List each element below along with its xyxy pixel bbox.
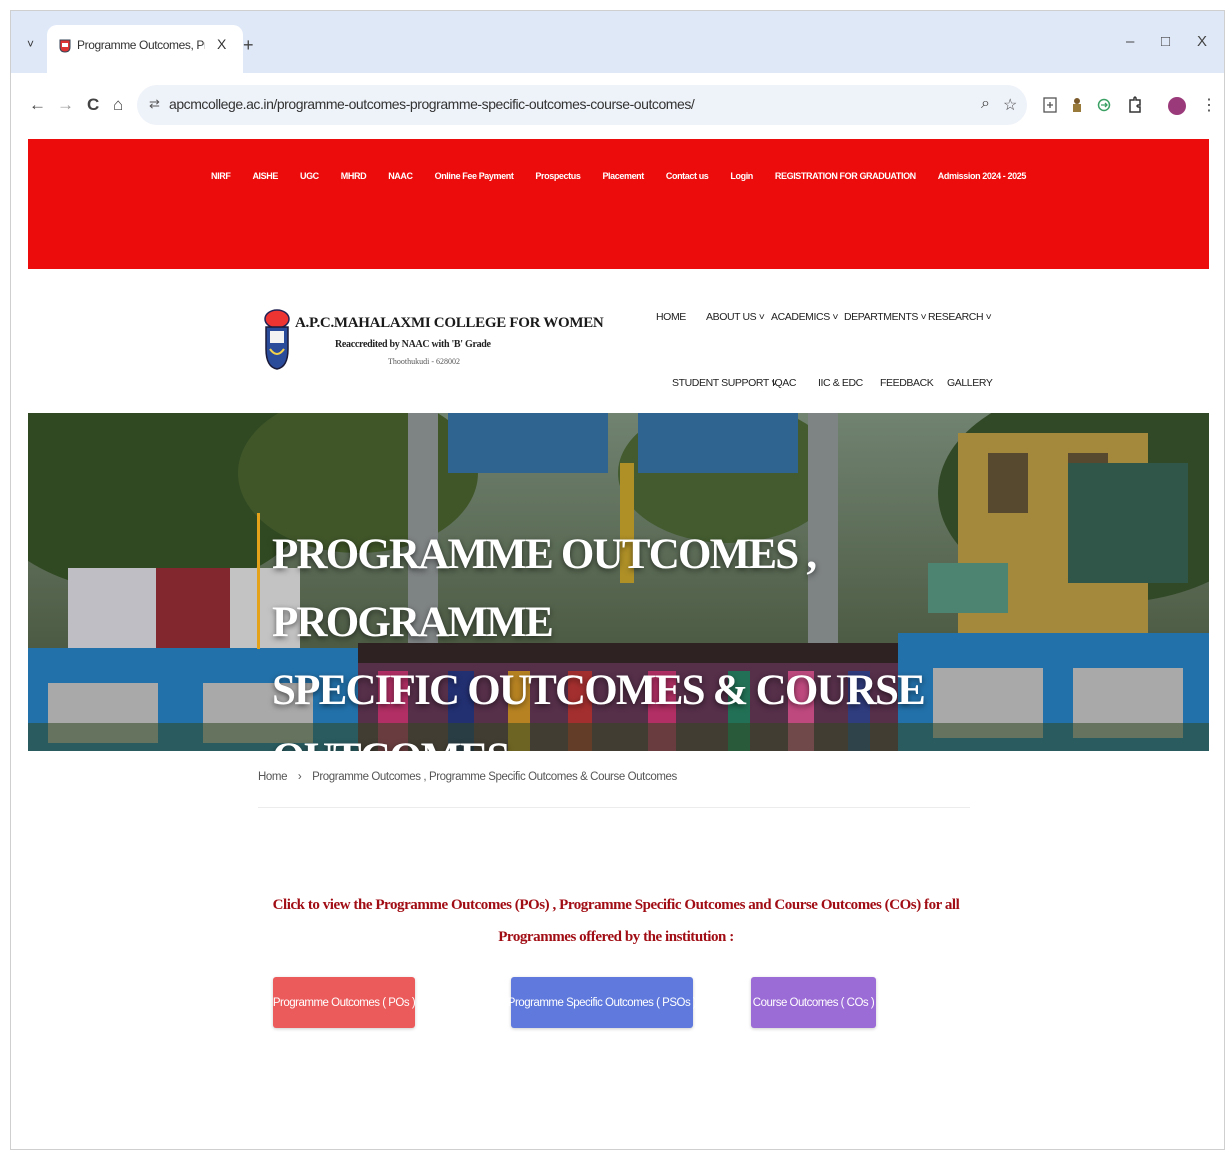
zoom-icon[interactable]: ⌕	[981, 95, 990, 113]
site-info-icon[interactable]: ⇄	[149, 96, 160, 112]
profile-avatar[interactable]	[1168, 97, 1186, 115]
browser-window: ˅ Programme Outcomes, Progra X + – □ X ←…	[10, 10, 1225, 1150]
top-link[interactable]: MHRD	[341, 171, 367, 181]
top-link[interactable]: Contact us	[666, 171, 709, 181]
minimize-icon[interactable]: –	[1126, 33, 1134, 50]
hero-accent-bar	[257, 513, 260, 649]
top-link[interactable]: AISHE	[252, 171, 278, 181]
top-link[interactable]: Login	[730, 171, 753, 181]
top-link[interactable]: Online Fee Payment	[435, 171, 514, 181]
forward-icon[interactable]: →	[57, 95, 74, 115]
extension-sync-icon[interactable]	[1097, 98, 1111, 112]
top-link[interactable]: REGISTRATION FOR GRADUATION	[775, 171, 916, 181]
top-link[interactable]: Prospectus	[535, 171, 580, 181]
address-bar[interactable]: ⇄ apcmcollege.ac.in/programme-outcomes-p…	[137, 85, 1027, 125]
nav-iic-edc[interactable]: IIC & EDC	[818, 377, 863, 389]
accreditation-text: Reaccredited by NAAC with 'B' Grade	[335, 339, 491, 350]
active-tab[interactable]: Programme Outcomes, Progra X	[47, 25, 243, 73]
extension-figure-icon[interactable]	[1071, 97, 1083, 113]
hero-banner: PROGRAMME OUTCOMES , PROGRAMME SPECIFIC …	[28, 413, 1209, 751]
browser-toolbar: ← → C ⌂ ⇄ apcmcollege.ac.in/programme-ou…	[11, 73, 1224, 137]
college-favicon-icon	[59, 39, 71, 53]
bookmark-star-icon[interactable]: ☆	[1003, 95, 1017, 115]
top-link[interactable]: UGC	[300, 171, 319, 181]
top-link-bar: NIRF AISHE UGC MHRD NAAC Online Fee Payment Pr…	[28, 139, 1209, 269]
top-link[interactable]: NIRF	[211, 171, 231, 181]
breadcrumb-home-link[interactable]: Home	[258, 771, 287, 783]
page-title-line-1: PROGRAMME OUTCOMES , PROGRAMME	[272, 531, 817, 646]
nav-gallery[interactable]: GALLERY	[947, 377, 993, 389]
programme-specific-outcomes-button[interactable]: Programme Specific Outcomes ( PSOs )	[508, 977, 697, 1028]
reload-icon[interactable]: C	[87, 95, 99, 115]
breadcrumb: Home › Programme Outcomes , Programme Sp…	[258, 771, 677, 783]
url-text[interactable]: apcmcollege.ac.in/programme-outcomes-pro…	[169, 96, 695, 112]
breadcrumb-divider	[258, 807, 970, 808]
nav-feedback[interactable]: FEEDBACK	[880, 377, 934, 389]
tab-title: Programme Outcomes, Progra	[77, 38, 205, 52]
intro-text: Click to view the Programme Outcomes (PO…	[272, 897, 960, 945]
breadcrumb-current: Programme Outcomes , Programme Specific …	[312, 771, 677, 783]
tab-search-button[interactable]: ˅	[27, 37, 34, 51]
nav-iqac[interactable]: IQAC	[772, 377, 796, 389]
college-name[interactable]: A.P.C.MAHALAXMI COLLEGE FOR WOMEN	[295, 315, 604, 332]
top-link[interactable]: Placement	[602, 171, 644, 181]
nav-research[interactable]: RESEARCH ˅	[928, 311, 992, 323]
course-outcomes-button[interactable]: Course Outcomes ( COs )	[751, 977, 876, 1028]
top-link[interactable]: NAAC	[388, 171, 413, 181]
window-close-icon[interactable]: X	[1197, 33, 1207, 50]
page-title-line-2: SPECIFIC OUTCOMES & COURSE OUTCOMES	[272, 667, 926, 751]
nav-departments[interactable]: DEPARTMENTS ˅	[844, 311, 927, 323]
tab-close-icon[interactable]: X	[217, 36, 226, 52]
tab-strip: ˅ Programme Outcomes, Progra X + – □ X	[11, 11, 1224, 73]
restore-icon[interactable]: □	[1161, 33, 1170, 50]
programme-outcomes-button[interactable]: Programme Outcomes ( POs )	[273, 977, 416, 1028]
home-icon[interactable]: ⌂	[113, 95, 123, 115]
page-title: PROGRAMME OUTCOMES , PROGRAMME SPECIFIC …	[272, 521, 992, 751]
extension-page-icon[interactable]	[1043, 97, 1057, 113]
new-tab-icon[interactable]: +	[243, 35, 254, 56]
nav-student-support[interactable]: STUDENT SUPPORT ˅	[672, 377, 777, 389]
extensions-puzzle-icon[interactable]	[1127, 96, 1143, 114]
college-logo-icon[interactable]	[262, 309, 292, 371]
nav-about-us[interactable]: ABOUT US ˅	[706, 311, 765, 323]
breadcrumb-separator-icon: ›	[297, 771, 302, 783]
browser-menu-icon[interactable]: ⋮	[1201, 95, 1217, 115]
top-link[interactable]: Admission 2024 - 2025	[938, 171, 1027, 181]
site-header: A.P.C.MAHALAXMI COLLEGE FOR WOMEN Reaccr…	[28, 269, 1209, 413]
nav-academics[interactable]: ACADEMICS ˅	[771, 311, 838, 323]
nav-home[interactable]: HOME	[656, 311, 686, 323]
college-place: Thoothukudi - 628002	[388, 357, 460, 366]
top-links: NIRF AISHE UGC MHRD NAAC Online Fee Payment Pr…	[28, 171, 1209, 181]
back-icon[interactable]: ←	[29, 95, 46, 115]
